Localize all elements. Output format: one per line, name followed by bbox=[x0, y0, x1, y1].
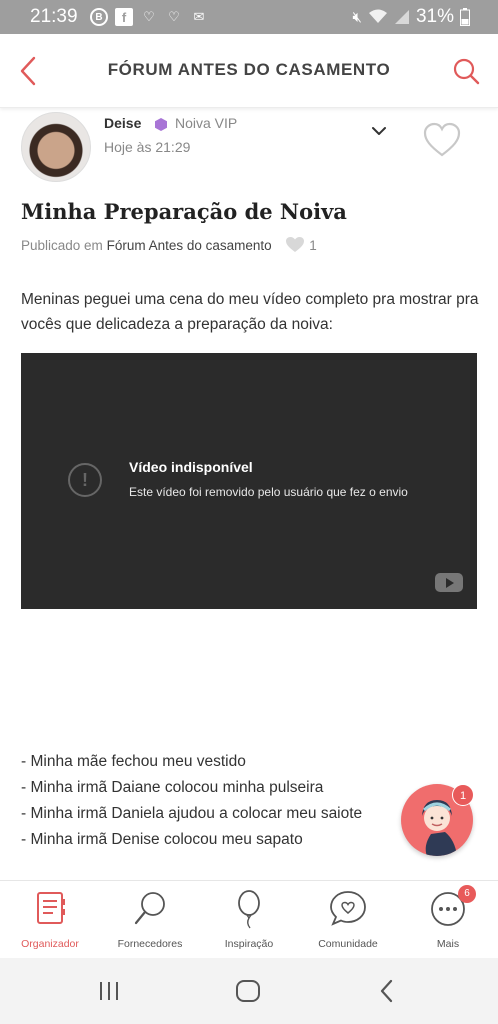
page-title: FÓRUM ANTES DO CASAMENTO bbox=[107, 60, 391, 79]
tab-fornecedores[interactable]: Fornecedores bbox=[100, 881, 200, 959]
app-header: FÓRUM ANTES DO CASAMENTO bbox=[0, 34, 498, 108]
mute-icon: 🔇︎ bbox=[352, 8, 362, 26]
heart-outline-icon: ♡ bbox=[168, 9, 180, 24]
tab-organizador[interactable]: Organizador bbox=[0, 881, 100, 959]
like-heart-icon[interactable] bbox=[422, 122, 462, 158]
mail-icon: ✉ bbox=[193, 9, 205, 24]
list-item: - Minha irmã Daniela ajudou a colocar me… bbox=[21, 805, 363, 822]
battery-level: 31% bbox=[415, 6, 454, 27]
tab-inspiracao[interactable]: Inspiração bbox=[199, 881, 299, 959]
status-time: 21:39 bbox=[30, 6, 78, 27]
back-nav-icon[interactable] bbox=[372, 976, 402, 1006]
assistant-badge: 1 bbox=[452, 784, 474, 806]
planner-icon bbox=[37, 892, 65, 924]
post-list: - Minha mãe fechou meu vestido - Minha i… bbox=[21, 749, 421, 853]
tab-label: Comunidade bbox=[318, 938, 378, 950]
video-error-message: Este vídeo foi removido pelo usuário que… bbox=[129, 485, 408, 499]
status-bar: 21:39 B f ♡ ♡ ✉ 🔇︎ 31% bbox=[0, 0, 498, 34]
tab-mais[interactable]: Mais bbox=[398, 881, 498, 959]
signal-icon bbox=[394, 10, 409, 24]
video-player[interactable]: ! Vídeo indisponível Este vídeo foi remo… bbox=[21, 353, 477, 609]
list-item: - Minha mãe fechou meu vestido bbox=[21, 753, 246, 770]
chat-heart-icon bbox=[330, 891, 366, 926]
forum-link[interactable]: Fórum Antes do casamento bbox=[107, 238, 272, 253]
alert-icon: ! bbox=[68, 463, 102, 497]
chevron-down-icon[interactable] bbox=[370, 124, 388, 138]
like-count: 1 bbox=[309, 238, 317, 253]
tab-label: Mais bbox=[436, 938, 460, 950]
post-meta: Publicado em Fórum Antes do casamento 1 bbox=[21, 236, 317, 253]
vip-badge-label: Noiva VIP bbox=[175, 115, 238, 131]
search-icon[interactable] bbox=[450, 54, 482, 88]
tab-label: Fornecedores bbox=[117, 938, 183, 950]
vip-badge-icon bbox=[155, 118, 167, 131]
bottom-tab-bar: Organizador Fornecedores Inspiração Comu… bbox=[0, 880, 498, 958]
video-error-title: Vídeo indisponível bbox=[129, 459, 253, 475]
list-item: - Minha irmã Daiane colocou minha pulsei… bbox=[21, 779, 324, 796]
more-badge: 6 bbox=[458, 885, 476, 903]
tab-comunidade[interactable]: Comunidade bbox=[298, 881, 398, 959]
post-title: Minha Preparação de Noiva bbox=[21, 199, 347, 224]
youtube-icon[interactable] bbox=[435, 573, 463, 592]
heart-count-icon bbox=[286, 237, 305, 252]
published-label: Publicado em bbox=[21, 238, 103, 253]
tab-label: Organizador bbox=[21, 938, 79, 950]
recent-apps-icon[interactable] bbox=[94, 976, 124, 1006]
home-icon[interactable] bbox=[233, 976, 263, 1006]
heart-outline-icon: ♡ bbox=[143, 9, 155, 24]
system-nav-bar bbox=[0, 958, 498, 1024]
balloon-icon bbox=[238, 890, 260, 929]
list-item: - Minha irmã Denise colocou meu sapato bbox=[21, 831, 303, 848]
battery-icon bbox=[460, 8, 470, 26]
facebook-icon: f bbox=[115, 8, 133, 26]
b-circle-icon: B bbox=[90, 8, 108, 26]
system-icons: 🔇︎ 31% bbox=[353, 6, 470, 28]
notification-icons: B f ♡ ♡ ✉ bbox=[90, 8, 208, 26]
post-body: Meninas peguei uma cena do meu vídeo com… bbox=[21, 291, 479, 333]
post-date: Hoje às 21:29 bbox=[104, 139, 191, 155]
back-arrow-icon[interactable] bbox=[14, 54, 44, 88]
author-name[interactable]: Deise bbox=[104, 115, 141, 131]
tab-label: Inspiração bbox=[224, 938, 274, 950]
wifi-icon bbox=[368, 9, 387, 23]
search-icon bbox=[134, 892, 165, 925]
avatar[interactable] bbox=[21, 112, 91, 182]
